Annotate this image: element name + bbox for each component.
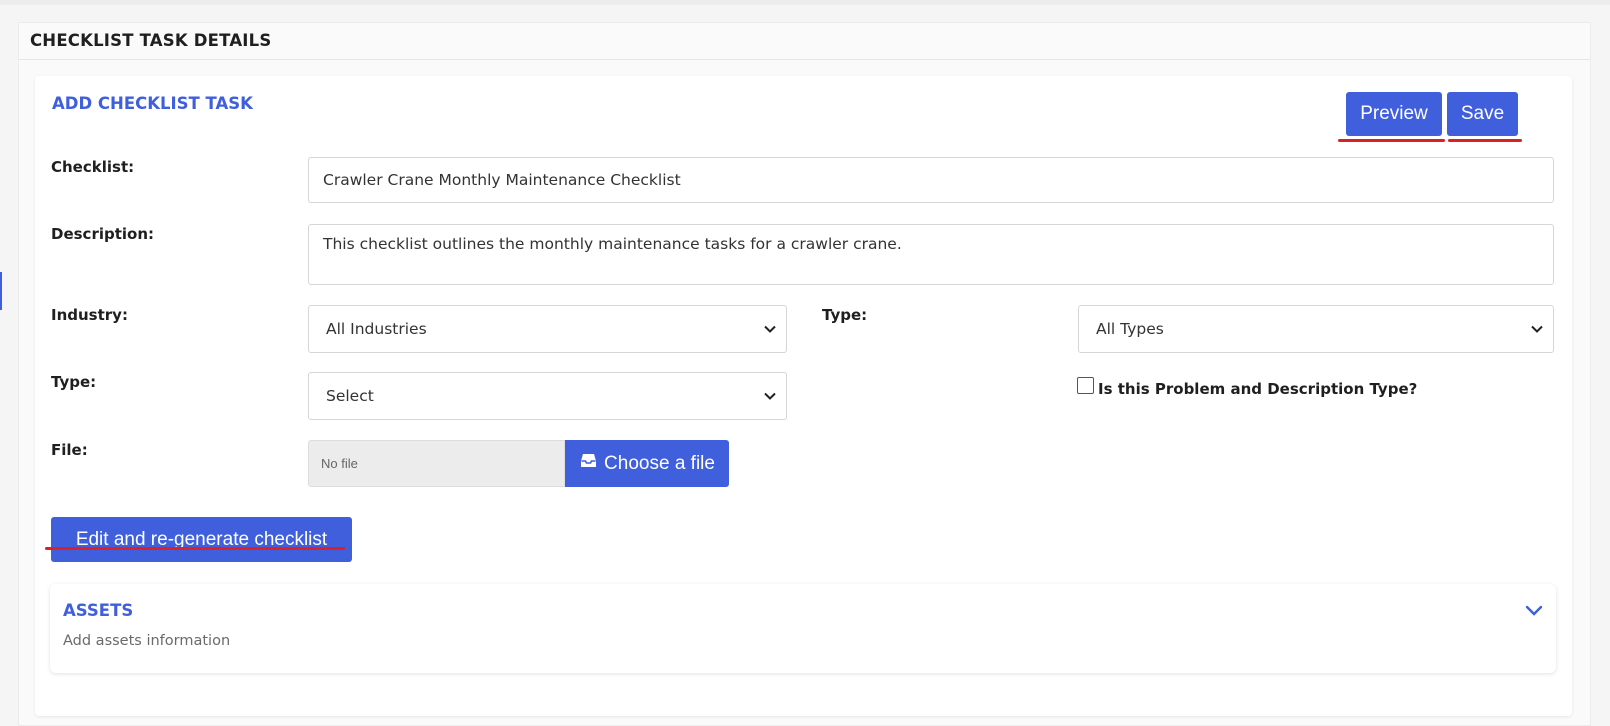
section-title: CHECKLIST TASK DETAILS [30, 31, 272, 50]
regenerate-underline-annotation [45, 547, 345, 550]
problem-description-checkbox-label: Is this Problem and Description Type? [1098, 380, 1418, 398]
choose-file-button[interactable]: Choose a file [565, 440, 729, 487]
chevron-down-icon [764, 389, 776, 404]
description-label: Description: [51, 225, 155, 243]
edit-regenerate-checklist-button[interactable]: Edit and re-generate checklist [51, 517, 352, 562]
checklist-input[interactable]: Crawler Crane Monthly Maintenance Checkl… [308, 157, 1554, 203]
header-divider [19, 59, 1590, 60]
chevron-down-icon[interactable] [1524, 602, 1544, 618]
industry-label: Industry: [51, 306, 128, 324]
assets-accordion[interactable]: ASSETS Add assets information [50, 584, 1556, 673]
file-name-display: No file [308, 440, 565, 487]
save-button[interactable]: Save [1447, 92, 1518, 136]
type-select-value: Select [326, 387, 374, 405]
chevron-down-icon [1531, 322, 1543, 337]
industry-select-value: All Industries [326, 320, 427, 338]
type-all-select-value: All Types [1096, 320, 1164, 338]
type-select[interactable]: Select [308, 372, 787, 420]
file-label: File: [51, 441, 88, 459]
problem-description-checkbox[interactable] [1077, 377, 1094, 394]
inbox-icon [579, 452, 598, 475]
assets-subtitle: Add assets information [63, 633, 231, 649]
card-title: ADD CHECKLIST TASK [52, 94, 253, 113]
preview-underline-annotation [1338, 139, 1445, 142]
assets-title: ASSETS [63, 601, 134, 620]
type-right-label: Type: [822, 306, 868, 324]
type-left-label: Type: [51, 373, 97, 391]
description-textarea[interactable]: This checklist outlines the monthly main… [308, 224, 1554, 285]
preview-button[interactable]: Preview [1346, 92, 1442, 136]
chevron-down-icon [764, 322, 776, 337]
industry-select[interactable]: All Industries [308, 305, 787, 353]
top-strip [0, 0, 1610, 5]
left-edge-marker [0, 272, 2, 310]
choose-file-label: Choose a file [604, 452, 715, 474]
save-underline-annotation [1448, 139, 1522, 142]
checklist-label: Checklist: [51, 158, 135, 176]
type-all-select[interactable]: All Types [1078, 305, 1554, 353]
